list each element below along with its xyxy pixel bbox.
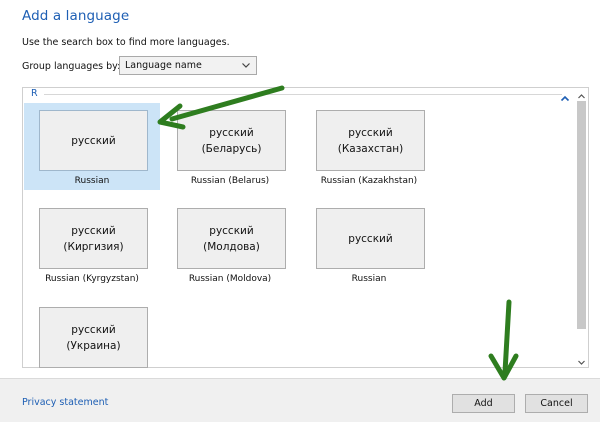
tile-label: Russian (Kyrgyzstan) — [45, 274, 139, 284]
tile-label: Russian (Belarus) — [190, 176, 270, 186]
scrollbar-thumb[interactable] — [577, 101, 586, 329]
tile-label: Russian (Kazakhstan) — [320, 176, 418, 186]
cancel-button[interactable]: Cancel — [525, 394, 588, 413]
tile-button[interactable]: русский — [39, 110, 148, 171]
chevron-up-icon[interactable] — [560, 89, 570, 102]
group-by-select[interactable]: Language name — [119, 56, 257, 75]
chevron-down-icon — [241, 57, 251, 74]
group-divider — [44, 94, 562, 95]
tile-button[interactable]: русский (Украина) — [39, 307, 148, 368]
footer-bar: Privacy statement Add Cancel — [0, 378, 600, 422]
group-letter: R — [31, 88, 38, 99]
vertical-scrollbar[interactable] — [575, 88, 588, 367]
tile-button[interactable]: русский (Беларусь) — [177, 110, 286, 171]
tile-button[interactable]: русский (Казахстан) — [316, 110, 425, 171]
tile-label: Russian — [74, 176, 110, 186]
add-button[interactable]: Add — [452, 394, 515, 413]
tile-russian-2[interactable]: русский Russian — [301, 201, 437, 288]
scroll-up-arrow[interactable] — [575, 88, 588, 101]
tile-button[interactable]: русский — [316, 208, 425, 269]
tile-russian-kyrgyzstan[interactable]: русский (Киргизия) Russian (Kyrgyzstan) — [24, 201, 160, 288]
scroll-down-arrow[interactable] — [575, 354, 588, 367]
tile-russian-ukraine[interactable]: русский (Украина) — [24, 300, 160, 387]
group-header: R — [31, 88, 562, 101]
tile-russian-kazakhstan[interactable]: русский (Казахстан) Russian (Kazakhstan) — [301, 103, 437, 190]
tile-russian[interactable]: русский Russian — [24, 103, 160, 190]
tile-button[interactable]: русский (Киргизия) — [39, 208, 148, 269]
page-title: Add a language — [22, 8, 130, 24]
search-hint: Use the search box to find more language… — [22, 37, 230, 48]
tile-russian-moldova[interactable]: русский (Молдова) Russian (Moldova) — [162, 201, 298, 288]
tile-label: Russian — [351, 274, 387, 284]
group-by-label: Group languages by: — [22, 61, 121, 72]
group-by-value: Language name — [125, 60, 202, 71]
language-list[interactable]: R русский Russian русский (Беларусь) Rus… — [22, 87, 589, 368]
tile-button[interactable]: русский (Молдова) — [177, 208, 286, 269]
privacy-statement-link[interactable]: Privacy statement — [22, 397, 108, 408]
tile-russian-belarus[interactable]: русский (Беларусь) Russian (Belarus) — [162, 103, 298, 190]
tile-label: Russian (Moldova) — [188, 274, 272, 284]
